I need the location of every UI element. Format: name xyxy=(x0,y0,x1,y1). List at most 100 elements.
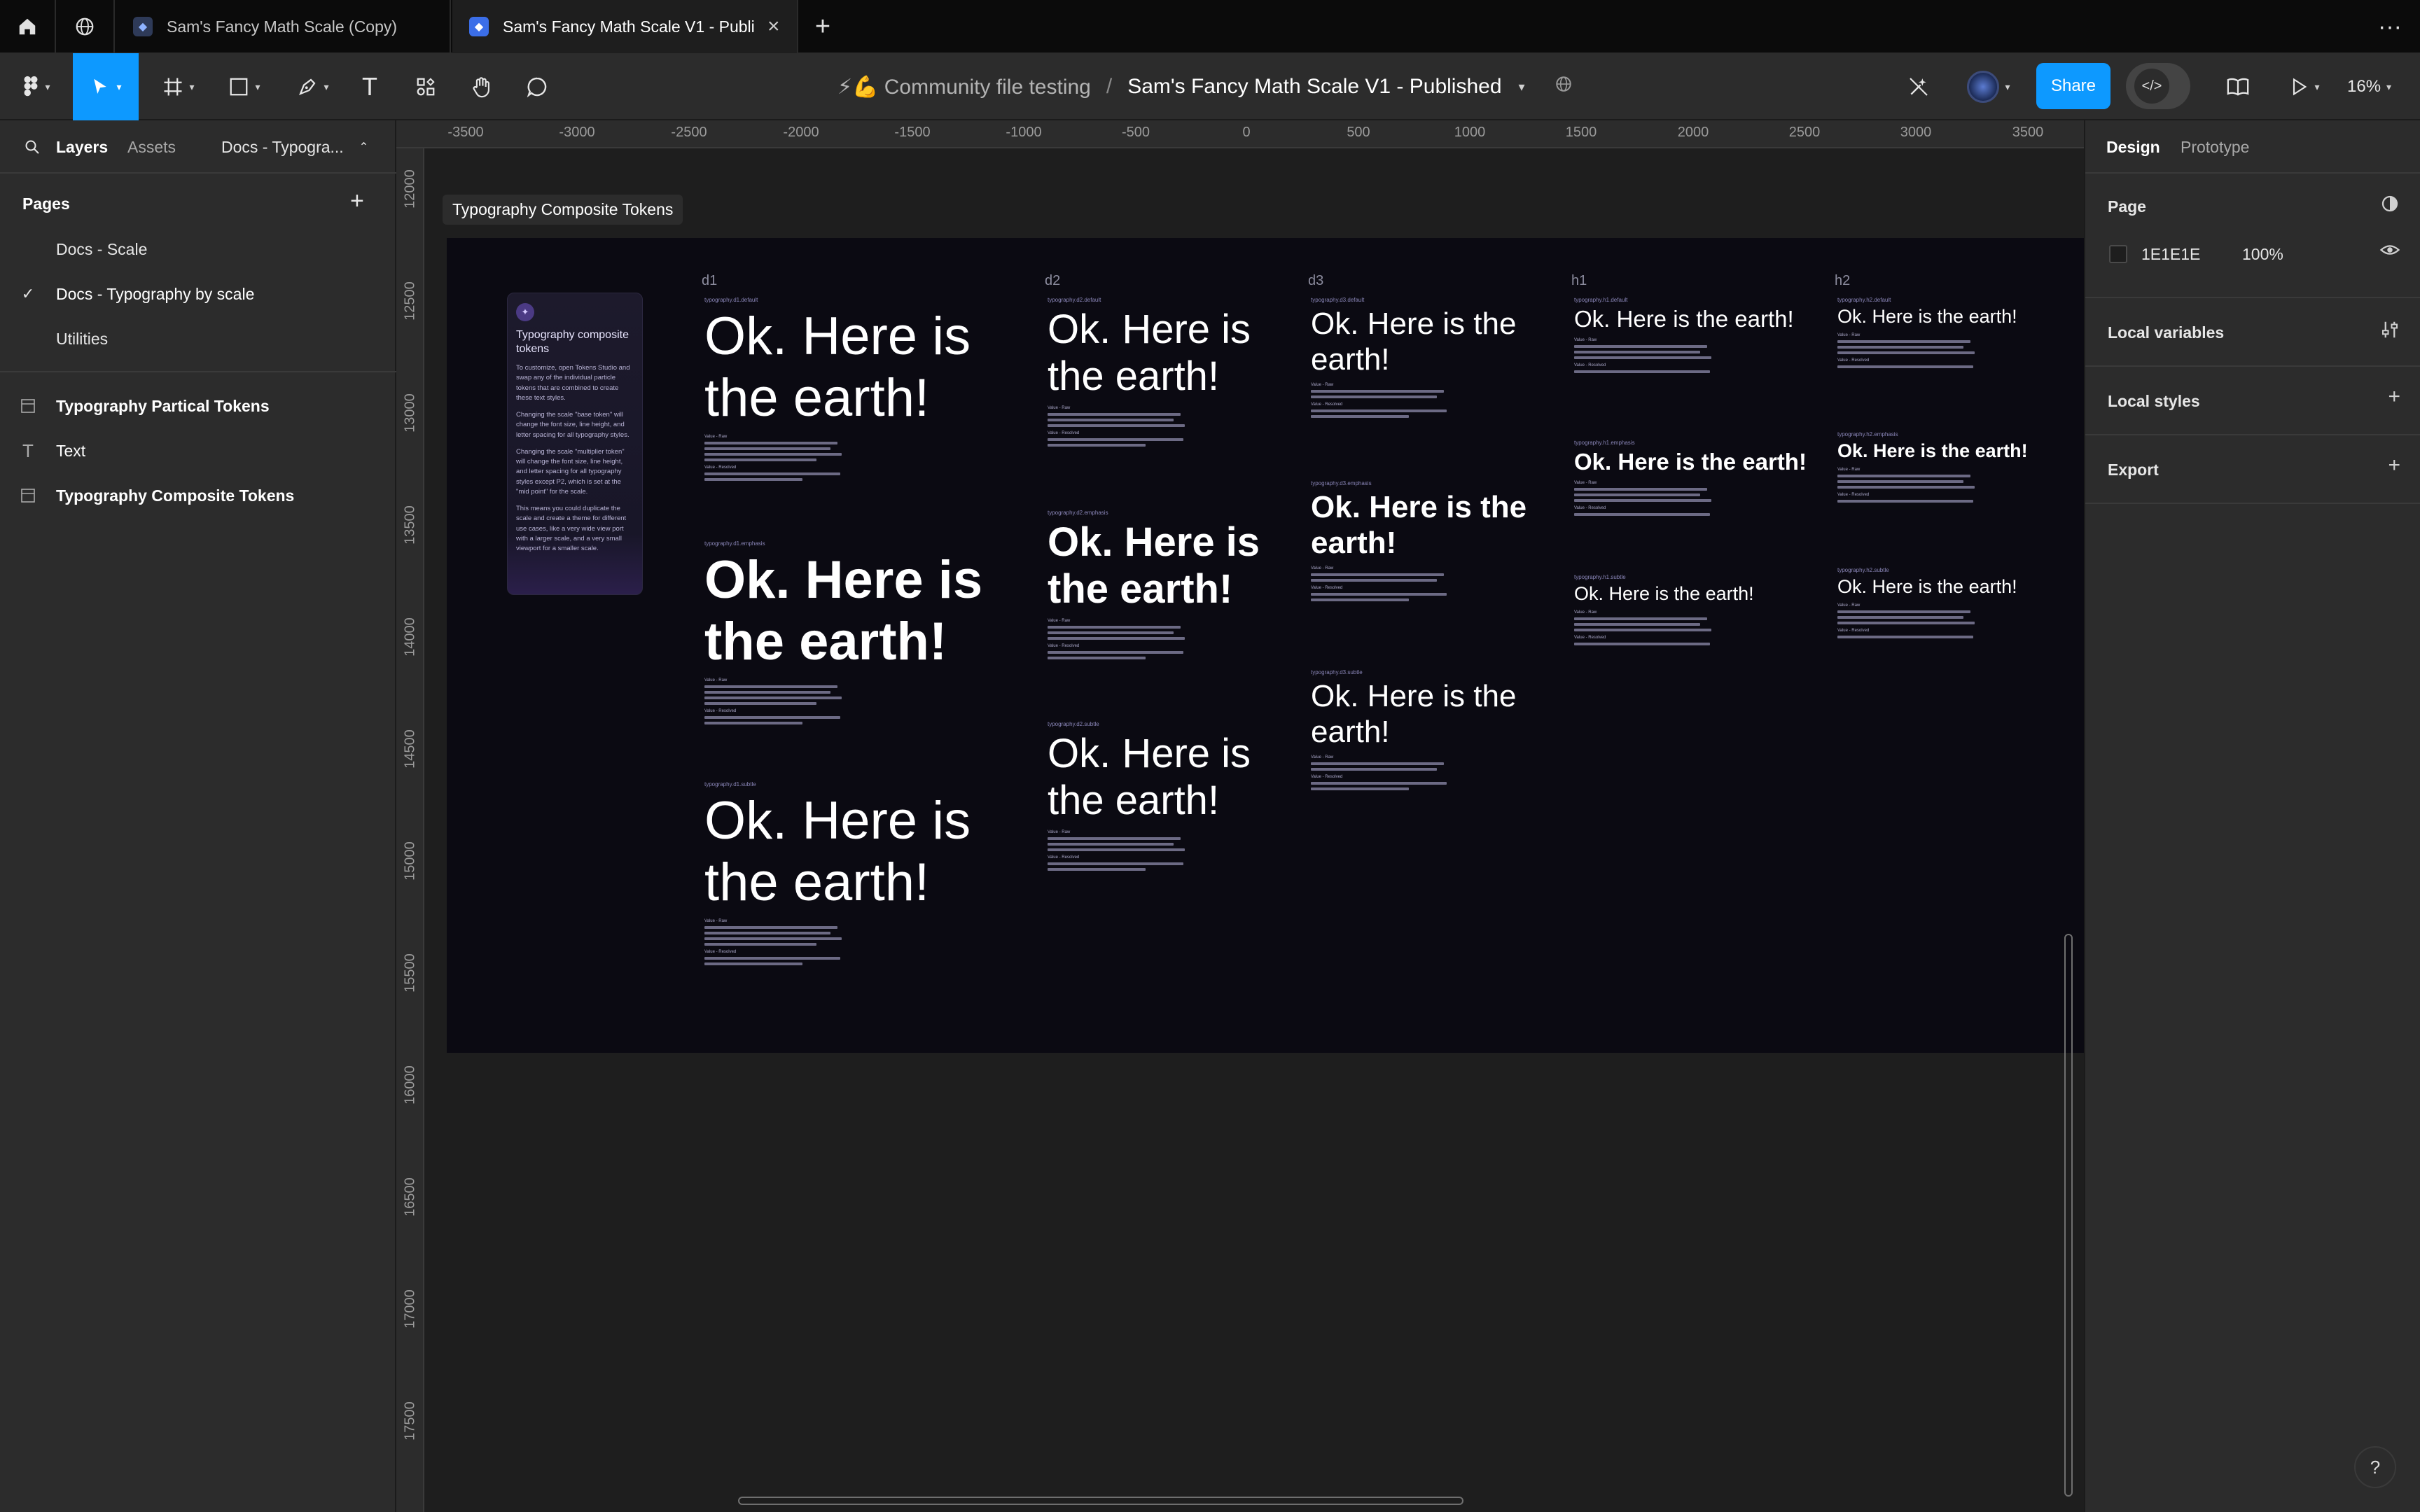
add-style-button[interactable]: + xyxy=(2388,385,2400,409)
vertical-scrollbar[interactable] xyxy=(2064,934,2073,1497)
layer-typography-partical-tokens[interactable]: Typography Partical Tokens xyxy=(0,384,396,428)
token-block[interactable]: typography.h1.subtle Ok. Here is the ear… xyxy=(1574,574,1812,648)
file-name[interactable]: Sam's Fancy Math Scale V1 - Published xyxy=(1127,75,1501,99)
horizontal-scrollbar[interactable] xyxy=(738,1497,1463,1505)
sample-text: Ok. Here is the earth! xyxy=(704,791,971,913)
home-button[interactable] xyxy=(0,0,56,53)
meta-label: Value - Raw xyxy=(1311,755,1334,760)
globe-icon[interactable] xyxy=(1555,75,1573,99)
comment-tool[interactable] xyxy=(517,53,557,120)
tab-design[interactable]: Design xyxy=(2106,120,2160,174)
ruler-tick-label: 2500 xyxy=(1788,125,1821,140)
token-block[interactable]: typography.d3.subtle Ok. Here is the ear… xyxy=(1311,669,1549,793)
main-menu-button[interactable]: ▾ xyxy=(14,53,59,120)
token-block[interactable]: typography.h2.emphasis Ok. Here is the e… xyxy=(1837,431,2068,505)
text-tool[interactable]: T xyxy=(353,53,387,120)
figma-window: ◆ Sam's Fancy Math Scale (Copy) ◆ Sam's … xyxy=(0,0,2420,1512)
hand-icon xyxy=(473,77,489,98)
token-block[interactable]: typography.d1.default Ok. Here is the ea… xyxy=(704,297,985,484)
visibility-toggle[interactable] xyxy=(2379,239,2400,266)
token-block[interactable]: typography.d2.emphasis Ok. Here is the e… xyxy=(1048,510,1286,662)
meta-label: Value - Resolved xyxy=(1837,629,1870,634)
community-button[interactable] xyxy=(56,0,115,53)
help-button[interactable]: ? xyxy=(2354,1446,2396,1488)
help-icon: ? xyxy=(2370,1456,2381,1478)
token-block[interactable]: typography.d2.default Ok. Here is the ea… xyxy=(1048,297,1286,449)
ruler-tick-label: 500 xyxy=(1347,125,1370,140)
ruler-tick-label: -3000 xyxy=(559,125,595,140)
canvas[interactable]: Typography Composite Tokens ✦ Typography… xyxy=(424,148,2084,1512)
plus-icon: + xyxy=(2388,385,2400,408)
background-color-swatch[interactable] xyxy=(2109,245,2127,263)
layer-typography-composite-tokens[interactable]: Typography Composite Tokens xyxy=(0,473,396,518)
current-page-selector[interactable]: Docs - Typogra... ⌃ xyxy=(221,120,368,174)
token-block[interactable]: typography.d3.default Ok. Here is the ea… xyxy=(1311,297,1549,421)
chevron-down-icon: ▾ xyxy=(324,80,329,92)
search-layers-button[interactable] xyxy=(24,120,41,174)
library-button[interactable] xyxy=(2218,53,2258,120)
token-block[interactable]: typography.d3.emphasis Ok. Here is the e… xyxy=(1311,480,1549,604)
token-values: Value - Raw Value - Resolved xyxy=(1574,610,1812,646)
tab-file-copy[interactable]: ◆ Sam's Fancy Math Scale (Copy) xyxy=(116,0,451,53)
search-icon xyxy=(25,140,39,154)
token-block[interactable]: typography.h1.emphasis Ok. Here is the e… xyxy=(1574,440,1812,519)
ruler-vertical: 12000 12500 13000 13500 14000 14500 1500… xyxy=(396,148,424,1512)
background-opacity[interactable]: 100% xyxy=(2242,245,2283,264)
breadcrumb-separator: / xyxy=(1106,75,1113,98)
ai-assist-button[interactable] xyxy=(1899,53,1938,120)
frame-name-label[interactable]: Typography Composite Tokens xyxy=(443,195,683,225)
token-values: Value - Raw Value - Resolved xyxy=(1311,383,1549,419)
page-item-docs-scale[interactable]: Docs - Scale xyxy=(0,227,396,272)
present-button[interactable]: ▾ xyxy=(2279,53,2330,120)
close-icon[interactable]: × xyxy=(767,15,780,38)
team-name[interactable]: ⚡💪 Community file testing xyxy=(837,75,1091,99)
tab-prototype[interactable]: Prototype xyxy=(2181,120,2249,174)
column-header-d1: d1 xyxy=(702,273,718,288)
card-paragraph: This means you could duplicate the scale… xyxy=(516,505,627,552)
frame-tool[interactable]: ▾ xyxy=(155,53,202,120)
card-paragraph: Changing the scale "multiplier token" wi… xyxy=(516,447,625,496)
tab-file-published[interactable]: ◆ Sam's Fancy Math Scale V1 - Publi × xyxy=(452,0,798,53)
resources-tool[interactable] xyxy=(405,53,447,120)
add-export-button[interactable]: + xyxy=(2388,454,2400,477)
avatar-button[interactable]: ▾ xyxy=(1955,53,2022,120)
sample-text: Ok. Here is the earth! xyxy=(1048,731,1251,824)
share-button[interactable]: Share xyxy=(2036,63,2110,109)
local-variables-title[interactable]: Local variables xyxy=(2108,323,2224,342)
figma-file-icon: ◆ xyxy=(469,17,489,36)
token-name: typography.h2.subtle xyxy=(1837,567,1889,573)
current-page-name: Docs - Typogra... xyxy=(221,137,344,156)
new-tab-button[interactable]: + xyxy=(800,0,846,53)
chevron-down-icon[interactable]: ▾ xyxy=(1519,80,1525,94)
layer-text[interactable]: T Text xyxy=(0,428,396,473)
background-hex[interactable]: 1E1E1E xyxy=(2141,245,2200,264)
tab-assets[interactable]: Assets xyxy=(127,120,176,174)
hand-tool[interactable] xyxy=(462,53,501,120)
sample-text: Ok. Here is the earth! xyxy=(1048,307,1251,400)
token-block[interactable]: typography.d1.emphasis Ok. Here is the e… xyxy=(704,540,985,727)
variables-settings-button[interactable] xyxy=(2379,319,2400,346)
token-block[interactable]: typography.d1.subtle Ok. Here is the ear… xyxy=(704,781,985,968)
info-card[interactable]: ✦ Typography composite tokens To customi… xyxy=(507,293,643,595)
page-settings-button[interactable] xyxy=(2379,193,2400,220)
typography-composite-tokens-frame[interactable]: ✦ Typography composite tokens To customi… xyxy=(447,238,2084,1053)
tab-layers[interactable]: Layers xyxy=(56,120,108,174)
meta-label: Value - Resolved xyxy=(1574,636,1606,640)
page-item-utilities[interactable]: Utilities xyxy=(0,316,396,361)
more-options-button[interactable]: ··· xyxy=(2360,0,2420,53)
dev-mode-toggle[interactable]: </> xyxy=(2126,63,2190,109)
chevron-down-icon: ▾ xyxy=(2386,80,2392,92)
token-block[interactable]: typography.h1.default Ok. Here is the ea… xyxy=(1574,297,1812,376)
pen-tool[interactable]: ▾ xyxy=(287,53,339,120)
chevron-down-icon: ▾ xyxy=(255,80,260,92)
meta-label: Value - Raw xyxy=(1311,566,1334,571)
shape-tool[interactable]: ▾ xyxy=(220,53,269,120)
meta-label: Value - Raw xyxy=(1837,468,1861,472)
page-item-docs-typography[interactable]: ✓ Docs - Typography by scale xyxy=(0,272,396,316)
token-block[interactable]: typography.h2.subtle Ok. Here is the ear… xyxy=(1837,567,2068,641)
move-tool[interactable]: ▾ xyxy=(73,53,139,120)
token-block[interactable]: typography.h2.default Ok. Here is the ea… xyxy=(1837,297,2068,371)
token-block[interactable]: typography.d2.subtle Ok. Here is the ear… xyxy=(1048,721,1286,874)
zoom-control[interactable]: 16% ▾ xyxy=(2347,53,2391,120)
add-page-button[interactable]: + xyxy=(350,188,364,215)
